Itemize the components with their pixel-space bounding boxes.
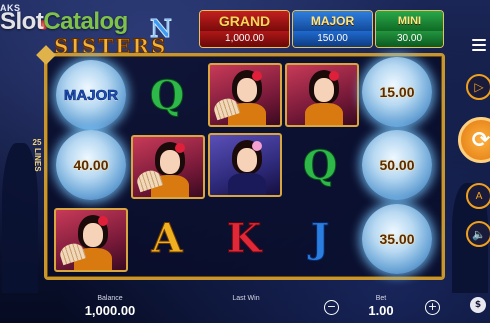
moon-value: 40.00 (73, 157, 109, 173)
portrait-symbol (208, 133, 282, 197)
jackpot-grand-value: 1,000.00 (200, 31, 289, 47)
moon-symbol: MAJOR (56, 60, 126, 130)
jackpot-mini: MINI 30.00 (375, 10, 444, 48)
moon-symbol: 50.00 (362, 130, 432, 200)
reel-cell-r1c5: 15.00 (360, 57, 434, 127)
moon-value: 50.00 (379, 157, 415, 173)
reel-cell-r1c1: MAJOR (54, 60, 128, 130)
bet-increase-button[interactable]: + (425, 300, 440, 315)
watermark-part1: Slot (0, 8, 44, 35)
bet-decrease-button[interactable]: − (324, 300, 339, 315)
play-icon: ▷ (474, 80, 484, 94)
symbol-q: Q (302, 141, 338, 189)
portrait-symbol (285, 63, 359, 127)
bet-display: Bet 1.00 (355, 295, 407, 318)
coins-icon[interactable]: $ (470, 297, 486, 313)
watermark: SlotCatalog (0, 8, 128, 36)
moon-major-text: MAJOR (63, 86, 119, 104)
jackpot-major-label: MAJOR (293, 11, 372, 31)
bottom-bar: Balance 1,000.00 Last Win Bet 1.00 (0, 283, 490, 323)
symbol-q: Q (149, 71, 185, 119)
bet-label: Bet (375, 295, 387, 302)
moon-symbol: 15.00 (362, 57, 432, 127)
autoplay-button[interactable]: A (466, 183, 490, 209)
jackpot-grand-label: GRAND (200, 11, 289, 31)
jackpot-grand: GRAND 1,000.00 (199, 10, 290, 48)
balance-label: Balance (97, 295, 123, 302)
moon-symbol: 35.00 (362, 204, 432, 274)
menu-icon[interactable] (472, 39, 486, 51)
autoplay-icon: A (475, 190, 483, 202)
watermark-part2: Catalog (43, 8, 128, 35)
jackpot-major-value: 150.00 (293, 31, 372, 47)
moon-value: 15.00 (379, 84, 415, 100)
portrait-symbol (54, 208, 128, 272)
lastwin-label: Last Win (232, 295, 260, 302)
reel-cell-r2c5: 50.00 (360, 130, 434, 200)
moon-value: 35.00 (379, 231, 415, 247)
moon-symbol: 40.00 (56, 130, 126, 200)
symbol-k: K (226, 214, 262, 262)
portrait-symbol (208, 63, 282, 127)
symbol-j: J (310, 214, 330, 262)
symbol-a: A (151, 214, 183, 262)
speaker-icon: 🔈 (472, 227, 486, 241)
paylines-word: LINES (33, 148, 42, 172)
reel-cell-r3c5: 35.00 (360, 204, 434, 274)
jackpot-major: MAJOR 150.00 (292, 10, 373, 48)
reel-cell-r2c1: 40.00 (54, 130, 128, 200)
bet-value: 1.00 (368, 303, 394, 318)
portrait-symbol (131, 135, 205, 199)
paylines-label: 25 LINES (30, 138, 44, 172)
skip-button[interactable]: ▷ (466, 74, 490, 100)
jackpot-mini-label: MINI (376, 11, 443, 31)
sound-button[interactable]: 🔈 (466, 221, 490, 247)
spin-icon: ⟳ (471, 127, 490, 153)
jackpot-mini-value: 30.00 (376, 31, 443, 47)
lastwin-display: Last Win (220, 295, 272, 303)
balance-value: 1,000.00 (84, 303, 136, 318)
paylines-count: 25 (32, 138, 42, 147)
balance-display: Balance 1,000.00 (72, 295, 148, 318)
